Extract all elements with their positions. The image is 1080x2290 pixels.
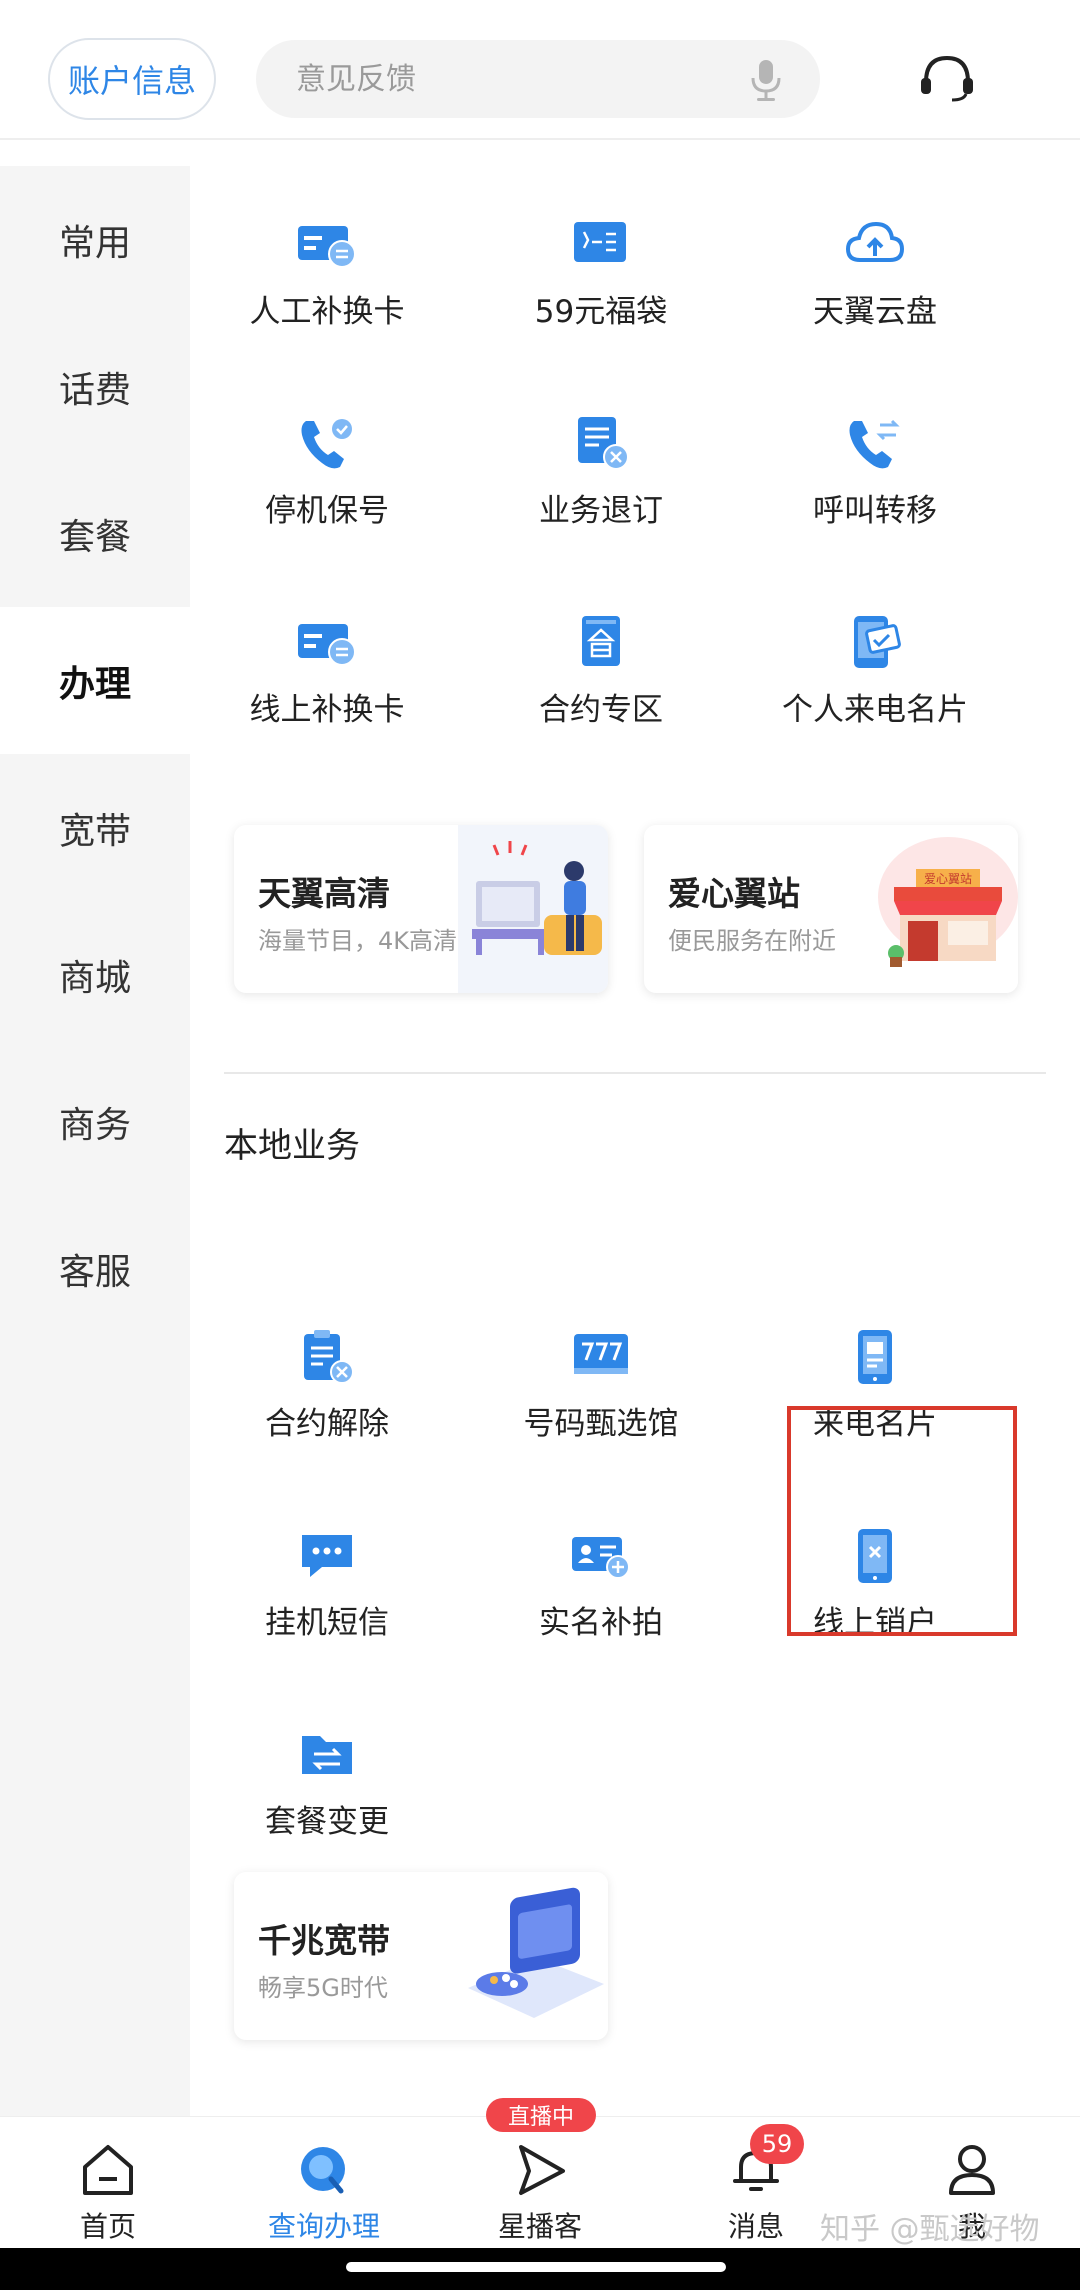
contract-book-icon: [582, 616, 620, 666]
id-card-add-icon: [572, 1537, 630, 1579]
search-input[interactable]: [296, 61, 736, 97]
number-777-icon: [574, 1334, 628, 1374]
banner-title: 爱心翼站: [668, 874, 800, 913]
cloud-upload-icon: [845, 221, 905, 262]
service-label: 套餐变更: [265, 1804, 389, 1840]
service-label: 实名补拍: [539, 1605, 663, 1641]
user-icon: [949, 2145, 995, 2195]
service-item[interactable]: 线上补换卡: [190, 538, 464, 737]
service-label: 合约专区: [539, 692, 663, 728]
service-item[interactable]: 天翼云盘: [738, 140, 1012, 339]
service-item[interactable]: 业务退订: [464, 339, 738, 538]
local-service-item[interactable]: 号码甄选馆: [464, 1252, 738, 1451]
folder-swap-icon: [302, 1736, 352, 1774]
section-divider: [224, 1072, 1046, 1074]
service-label: 业务退订: [539, 493, 663, 529]
document-cancel-icon: [578, 417, 629, 470]
clipboard-cancel-icon: [304, 1330, 354, 1384]
service-label: 合约解除: [265, 1406, 389, 1442]
nav-star-broadcast[interactable]: 星播客: [432, 2117, 648, 2248]
live-badge: 直播中: [486, 2098, 596, 2132]
mobile-card-icon: [858, 1330, 892, 1384]
home-indicator[interactable]: [346, 2262, 726, 2272]
service-grid: 人工补换卡 59元福袋 天翼云盘 停机保号 业务退订 呼叫转移 线上补换卡 合约…: [190, 140, 1080, 737]
router-illustration-icon: [458, 1872, 608, 2040]
nav-label: 消息: [727, 2210, 784, 2243]
category-sidebar: 常用 话费 套餐 办理 宽带 商城 商务 客服: [0, 166, 190, 2116]
service-item[interactable]: 个人来电名片: [738, 538, 1012, 737]
service-label: 人工补换卡: [249, 294, 405, 330]
tv-sofa-illustration-icon: [458, 825, 608, 993]
service-item[interactable]: 59元福袋: [464, 140, 738, 339]
nav-home[interactable]: 首页: [0, 2117, 216, 2248]
home-icon: [83, 2145, 133, 2195]
search-query-icon: [301, 2147, 345, 2194]
banner-love-station[interactable]: 爱心翼站 便民服务在附近 爱心翼站: [644, 825, 1018, 993]
banner-subtitle: 海量节目，4K高清: [258, 927, 458, 955]
service-label: 挂机短信: [265, 1605, 389, 1641]
banner-title: 千兆宽带: [258, 1921, 390, 1960]
sidebar-item-plan[interactable]: 套餐: [0, 460, 190, 607]
account-info-button[interactable]: 账户信息: [48, 38, 216, 120]
local-service-item[interactable]: 实名补拍: [464, 1451, 738, 1650]
watermark-text: 知乎 @甄选好物: [820, 2212, 1040, 2247]
service-label: 59元福袋: [534, 294, 668, 330]
banner-gigabit-broadband[interactable]: 千兆宽带 畅享5G时代: [234, 1872, 608, 2040]
play-triangle-icon: [519, 2145, 565, 2195]
sidebar-item-business[interactable]: 商务: [0, 1048, 190, 1195]
headset-icon[interactable]: [918, 52, 976, 104]
service-item[interactable]: 合约专区: [464, 538, 738, 737]
main-content: 人工补换卡 59元福袋 天翼云盘 停机保号 业务退订 呼叫转移 线上补换卡 合约…: [190, 140, 1080, 2120]
highlight-annotation: [787, 1406, 1017, 1636]
sidebar-item-handle[interactable]: 办理: [0, 607, 190, 754]
service-label: 号码甄选馆: [523, 1406, 679, 1442]
local-section-title: 本地业务: [224, 1126, 360, 1166]
sidebar-item-mall[interactable]: 商城: [0, 901, 190, 1048]
banner-subtitle: 畅享5G时代: [258, 1974, 388, 2002]
service-item[interactable]: 人工补换卡: [190, 140, 464, 339]
service-label: 停机保号: [265, 493, 389, 529]
local-service-item[interactable]: 合约解除: [190, 1252, 464, 1451]
service-item[interactable]: 呼叫转移: [738, 339, 1012, 538]
phone-forward-icon: [849, 419, 900, 469]
sidebar-item-customer-service[interactable]: 客服: [0, 1195, 190, 1342]
banner-subtitle: 便民服务在附近: [668, 927, 836, 955]
banner-title: 天翼高清: [258, 874, 390, 913]
search-bar[interactable]: [256, 40, 820, 118]
nav-label: 查询办理: [267, 2210, 380, 2243]
service-label: 个人来电名片: [782, 692, 968, 728]
banner-tianyi-hd[interactable]: 天翼高清 海量节目，4K高清: [234, 825, 608, 993]
storefront-sign-text: 爱心翼站: [924, 872, 972, 886]
local-service-item[interactable]: 套餐变更: [190, 1650, 464, 1849]
sidebar-item-broadband[interactable]: 宽带: [0, 754, 190, 901]
phone-card-icon: [854, 616, 901, 668]
microphone-icon[interactable]: [746, 58, 786, 102]
storefront-illustration-icon: 爱心翼站: [868, 825, 1018, 993]
sidebar-item-common[interactable]: 常用: [0, 166, 190, 313]
chat-bubble-icon: [302, 1535, 352, 1577]
sim-card-swap-icon: [298, 226, 356, 268]
nav-query[interactable]: 查询办理: [216, 2117, 432, 2248]
message-count-badge: 59: [750, 2124, 804, 2164]
nav-label: 首页: [79, 2210, 136, 2243]
sim-card-swap-icon: [298, 624, 356, 666]
sidebar-item-phone-bill[interactable]: 话费: [0, 313, 190, 460]
nav-label: 星播客: [497, 2210, 582, 2243]
top-header: 账户信息: [0, 0, 1080, 140]
service-label: 天翼云盘: [813, 294, 937, 330]
service-item[interactable]: 停机保号: [190, 339, 464, 538]
service-label: 线上补换卡: [249, 692, 405, 728]
service-label: 呼叫转移: [813, 493, 937, 529]
star-card-icon: [574, 222, 626, 262]
phone-check-icon: [301, 419, 352, 469]
local-service-item[interactable]: 挂机短信: [190, 1451, 464, 1650]
